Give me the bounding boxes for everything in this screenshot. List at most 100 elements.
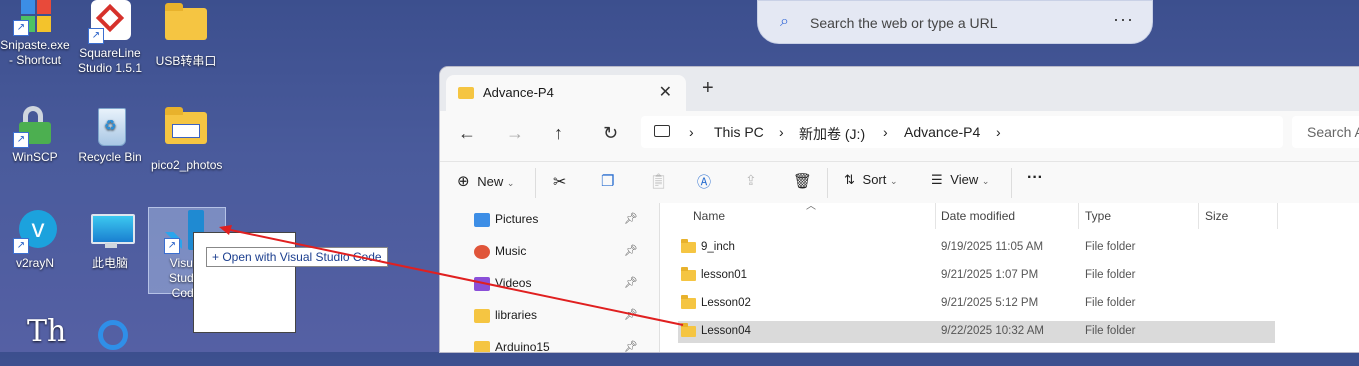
table-row[interactable]: lesson01 9/21/2025 1:07 PM File folder [678,265,1275,287]
v2rayn-icon: v ↗ [13,210,57,254]
nav-item-label: Arduino15 [495,340,550,352]
delete-icon[interactable]: 🗑︎ [793,172,812,190]
chevron-down-icon: ⌄ [981,176,990,186]
file-date: 9/22/2025 10:32 AM [941,325,1044,337]
breadcrumb-separator-icon: › [779,124,784,140]
pin-icon[interactable]: 📌︎ [624,244,638,257]
column-header-type[interactable]: Type [1085,209,1111,223]
desktop-icon-label: SquareLine Studio 1.5.1 [77,46,143,75]
rename-icon[interactable]: Ⓐ [697,172,711,192]
pin-icon[interactable]: 📌︎ [624,308,638,321]
file-name: lesson01 [701,269,748,281]
desktop-icon-pico2[interactable]: pico2_photos [151,104,222,173]
sort-button[interactable]: ⇅ Sort ⌄ [844,172,898,188]
see-more-icon[interactable]: ··· [1027,169,1043,187]
breadcrumb-this-pc[interactable]: This PC [714,124,764,140]
nav-item-label: Videos [495,276,532,290]
refresh-icon[interactable]: ↻ [603,123,618,144]
snipaste-icon: ↗ [13,0,57,36]
new-tab-icon[interactable]: + [702,77,714,100]
nav-item-libraries[interactable]: libraries 📌︎ [474,307,644,329]
desktop-icon-label: v2rayN [15,256,54,270]
column-header-date[interactable]: Date modified [941,209,1015,223]
view-label: View [950,172,979,187]
folder-icon [474,341,490,352]
file-name: Lesson04 [701,325,751,337]
search-icon: ⌕ [780,13,789,30]
more-options-icon[interactable]: ··· [1113,9,1134,30]
app-icon: Th [27,314,67,349]
nav-item-pictures[interactable]: Pictures 📌︎ [474,211,644,233]
table-row[interactable]: Lesson02 9/21/2025 5:12 PM File folder [678,293,1275,315]
view-icon: ☰ [931,172,943,187]
column-header-size[interactable]: Size [1205,209,1228,223]
chevron-down-icon: ⌄ [506,178,515,188]
file-date: 9/21/2025 1:07 PM [941,269,1039,281]
column-header-name[interactable]: Name [693,209,725,223]
folder-icon [474,309,490,323]
column-divider[interactable] [935,203,936,229]
navigation-pane: Pictures 📌︎ Music 📌︎ Videos 📌︎ libraries… [440,203,659,352]
desktop-icon-label: USB转串口 [155,54,217,68]
file-type: File folder [1085,269,1136,281]
pin-icon[interactable]: 📌︎ [624,340,638,352]
up-icon[interactable]: ↑ [554,123,563,144]
file-date: 9/19/2025 11:05 AM [941,241,1044,253]
pin-icon[interactable]: 📌︎ [624,276,638,289]
desktop-icon-squareline[interactable]: ↗ SquareLine Studio 1.5.1 [75,0,145,76]
paste-icon[interactable]: 📋︎ [649,172,668,190]
desktop-icon-partial-2[interactable] [75,318,145,364]
column-divider[interactable] [1078,203,1079,229]
pin-icon[interactable]: 📌︎ [624,212,638,225]
plus-circle-icon: ⊕ [457,173,470,190]
breadcrumb-folder[interactable]: Advance-P4 [904,124,980,140]
column-divider[interactable] [1198,203,1199,229]
desktop-icon-usb[interactable]: USB转串口 [151,0,221,69]
desktop-icon-label: WinSCP [12,150,58,164]
table-row-selected[interactable]: Lesson04 9/22/2025 10:32 AM File folder [678,321,1275,343]
file-list: ︿ Name Date modified Type Size 9_inch 9/… [660,201,1359,352]
copy-icon[interactable]: ❐ [601,172,614,190]
new-button[interactable]: ⊕ New ⌄ [457,172,514,190]
folder-icon [681,295,696,309]
address-bar[interactable]: › This PC › 新加卷 (J:) › Advance-P4 › [641,116,1283,148]
file-type: File folder [1085,325,1136,337]
desktop-icon-this-pc[interactable]: 此电脑 [75,210,145,271]
file-name: 9_inch [701,241,735,253]
browser-search-bar[interactable]: ⌕ Search the web or type a URL ··· [757,0,1153,44]
nav-item-arduino15[interactable]: Arduino15 📌︎ [474,339,644,352]
column-divider[interactable] [1277,203,1278,229]
search-placeholder: Search the web or type a URL [810,15,998,31]
divider [535,168,536,198]
breadcrumb-drive[interactable]: 新加卷 (J:) [799,124,865,144]
desktop-icon-winscp[interactable]: ↗ WinSCP [0,104,70,165]
desktop-icon-recycle-bin[interactable]: ♻ Recycle Bin [75,104,145,165]
sort-icon: ⇅ [844,172,855,187]
nav-item-videos[interactable]: Videos 📌︎ [474,275,644,297]
desktop-icon-partial-1[interactable]: Th [0,314,70,366]
monitor-icon [654,125,670,137]
back-icon[interactable]: ← [458,123,476,144]
breadcrumb-separator-icon: › [883,124,888,140]
tab-advance-p4[interactable]: Advance-P4 ✕ [446,75,686,111]
folder-icon [681,239,696,253]
file-type: File folder [1085,297,1136,309]
forward-icon[interactable]: → [506,123,524,144]
nav-item-label: libraries [495,308,538,322]
breadcrumb-separator-icon: › [689,124,694,140]
table-row[interactable]: 9_inch 9/19/2025 11:05 AM File folder [678,237,1275,259]
share-icon[interactable]: ⇪ [745,172,757,189]
nav-item-music[interactable]: Music 📌︎ [474,243,644,265]
desktop-icon-label: Snipaste.exe - Shortcut [0,38,70,67]
close-icon[interactable]: ✕ [659,82,672,102]
desktop-icon-label: Recycle Bin [78,150,142,164]
desktop-icon-snipaste[interactable]: ↗ Snipaste.exe - Shortcut [0,0,70,68]
explorer-search-input[interactable]: Search A [1292,116,1359,148]
cut-icon[interactable]: ✂ [553,172,566,192]
sort-label: Sort [862,172,887,187]
tab-label: Advance-P4 [483,85,554,100]
view-button[interactable]: ☰ View ⌄ [931,172,989,188]
search-placeholder: Search A [1307,124,1359,140]
file-name: Lesson02 [701,297,751,309]
desktop-icon-v2rayn[interactable]: v ↗ v2rayN [0,210,70,271]
